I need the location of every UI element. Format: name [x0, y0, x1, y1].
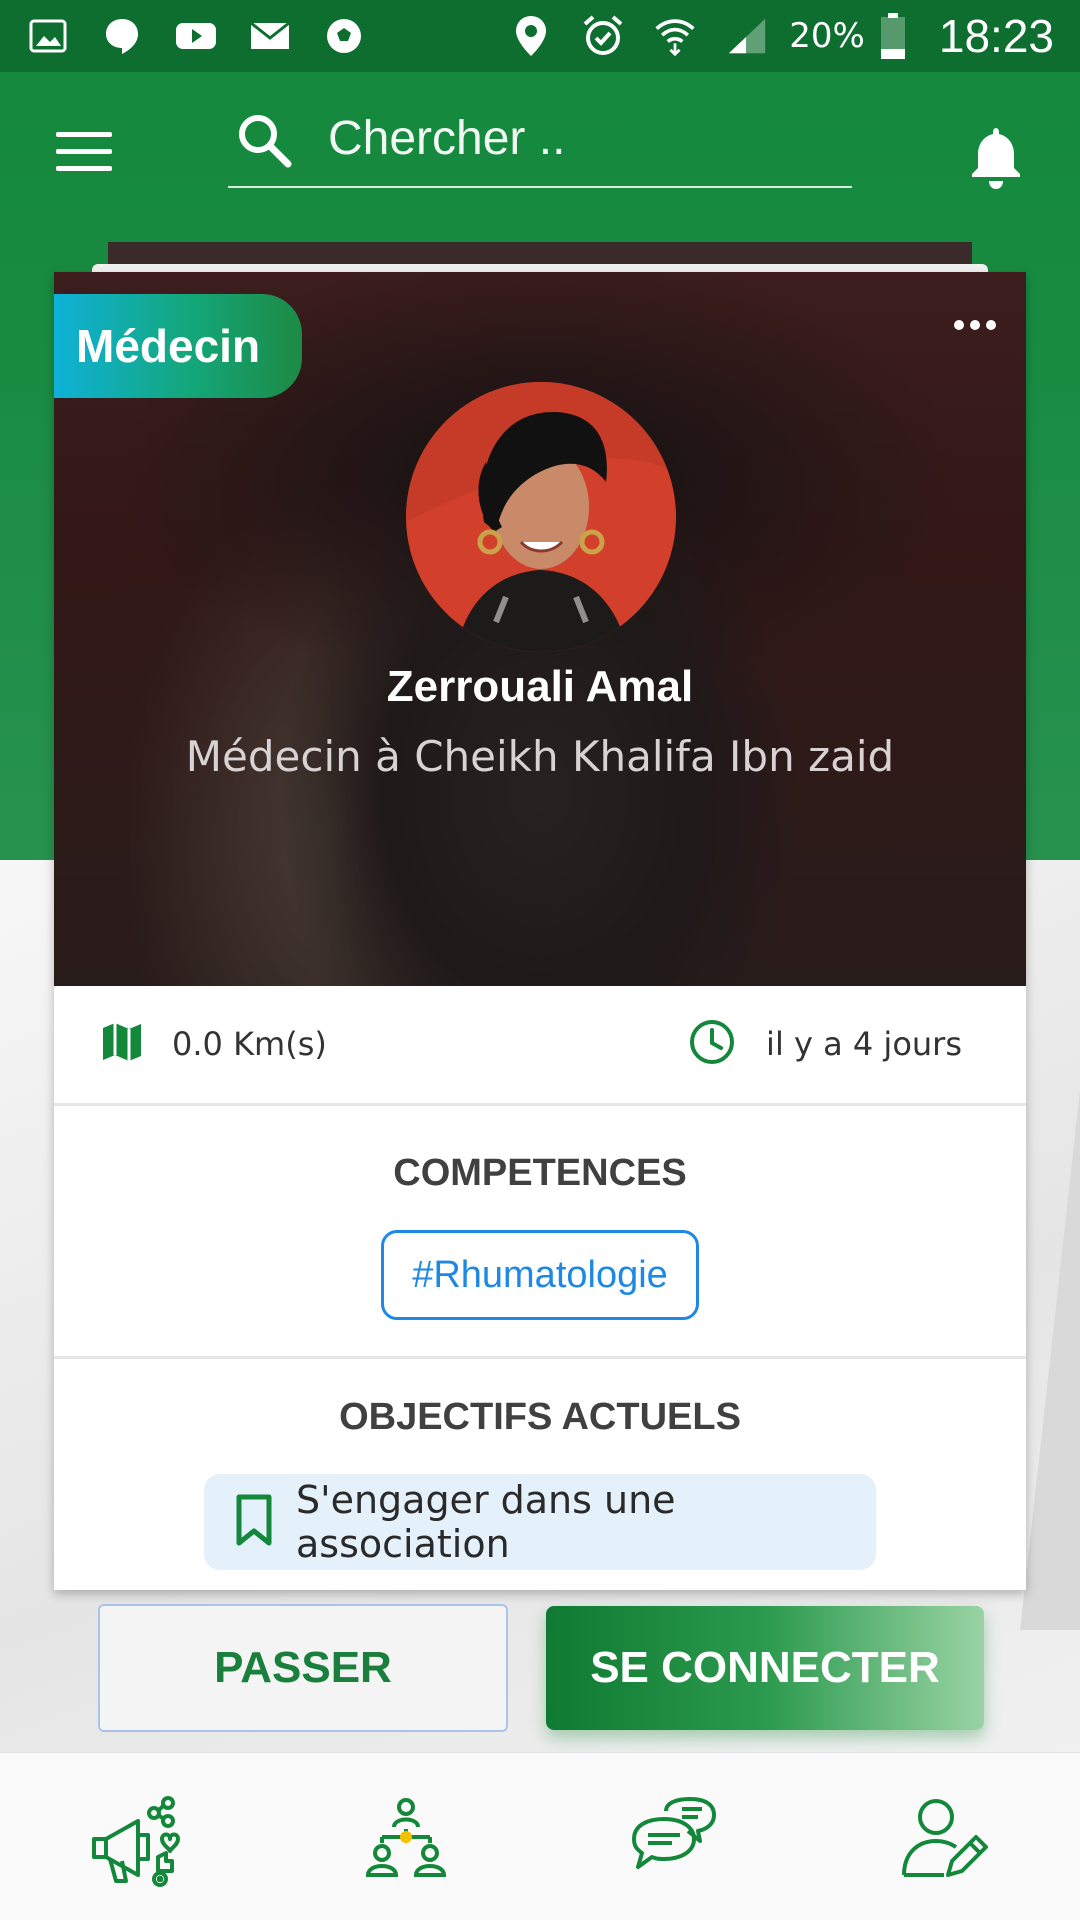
connect-button[interactable]: SE CONNECTER [546, 1606, 984, 1730]
nav-promote[interactable] [86, 1791, 186, 1891]
alarm-icon [581, 14, 625, 58]
promote-icon [88, 1791, 184, 1891]
avatar [406, 382, 676, 652]
chat-icon [626, 1791, 722, 1891]
time-ago-text: il y a 4 jours [766, 1025, 962, 1063]
search-input[interactable] [328, 100, 828, 176]
meta-row: 0.0 Km(s) il y a 4 jours [54, 986, 1026, 1106]
person-title: Médecin à Cheikh Khalifa Ibn zaid [185, 732, 895, 781]
bottom-nav [0, 1752, 1080, 1920]
skip-button[interactable]: PASSER [98, 1604, 508, 1732]
person-name: Zerrouali Amal [386, 662, 694, 711]
goal-chip[interactable]: S'engager dans une association [204, 1474, 876, 1570]
clock: 18:23 [938, 10, 1054, 62]
section-divider [54, 1356, 1026, 1359]
objectives-title: OBJECTIFS ACTUELS [339, 1396, 741, 1438]
goal-text: S'engager dans une association [296, 1478, 676, 1566]
search-bar [228, 92, 852, 188]
battery-percent: 20% [789, 16, 865, 56]
gallery-icon [26, 14, 70, 58]
map-icon [100, 1020, 144, 1068]
youtube-icon [174, 14, 218, 58]
status-bar: 20% 18:23 [0, 0, 1080, 72]
mail-icon [248, 14, 292, 58]
menu-button[interactable] [56, 132, 112, 172]
battery-icon [871, 13, 915, 59]
location-icon [509, 14, 553, 58]
profile-card[interactable]: Médecin Zerrouali Amal Médecin à Cheikh … [54, 272, 1026, 1590]
skill-tag[interactable]: #Rhumatologie [381, 1230, 699, 1320]
signal-icon [725, 14, 769, 58]
clock-icon [688, 1018, 736, 1070]
wifi-icon [653, 14, 697, 58]
distance-text: 0.0 Km(s) [172, 1025, 327, 1063]
role-badge: Médecin [54, 294, 302, 398]
competences-title: COMPETENCES [393, 1152, 687, 1194]
football-icon [322, 14, 366, 58]
more-options-icon[interactable] [954, 320, 996, 330]
nav-edit-profile[interactable] [894, 1791, 994, 1891]
toolbar [0, 72, 1080, 222]
notification-bell-icon[interactable] [966, 124, 1026, 194]
network-icon [358, 1791, 454, 1891]
nav-chat[interactable] [624, 1791, 724, 1891]
bookmark-icon [234, 1494, 274, 1550]
search-icon[interactable] [234, 110, 294, 174]
edit-profile-icon [896, 1791, 992, 1891]
hangouts-icon [100, 14, 144, 58]
nav-network[interactable] [356, 1791, 456, 1891]
